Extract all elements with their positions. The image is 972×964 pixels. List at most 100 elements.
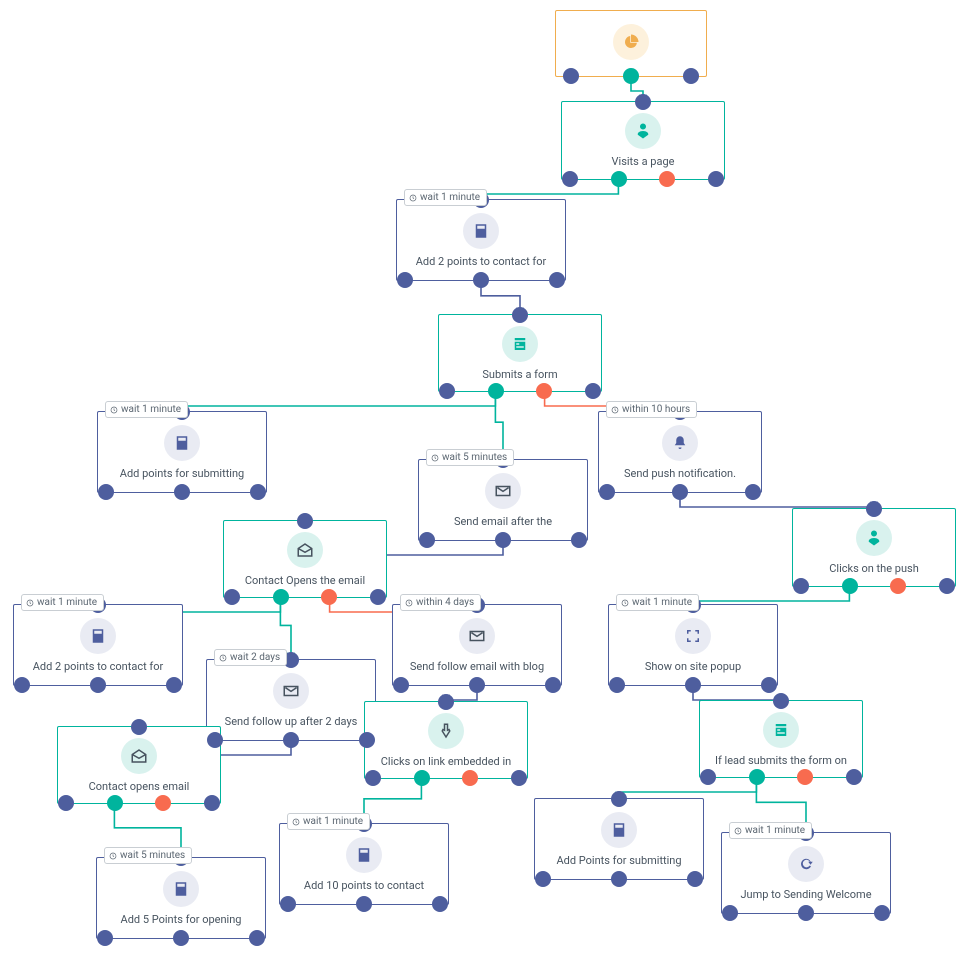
port-out[interactable] bbox=[685, 677, 701, 693]
port-side-0[interactable] bbox=[439, 383, 455, 399]
port-side-0[interactable] bbox=[609, 677, 625, 693]
port-out[interactable] bbox=[469, 677, 485, 693]
port-side-1[interactable] bbox=[585, 383, 601, 399]
port-side-0[interactable] bbox=[58, 795, 74, 811]
port-side-1[interactable] bbox=[571, 532, 587, 548]
port-in[interactable] bbox=[866, 501, 882, 517]
port-side-0[interactable] bbox=[397, 272, 413, 288]
port-side-1[interactable] bbox=[745, 484, 761, 500]
edge-visits-add2a bbox=[481, 180, 618, 199]
port-no[interactable] bbox=[462, 770, 478, 786]
node-add2a[interactable]: Add 2 points to contact for bbox=[396, 199, 566, 281]
port-out[interactable] bbox=[174, 484, 190, 500]
port-side-0[interactable] bbox=[722, 905, 738, 921]
node-submits[interactable]: Submits a form bbox=[438, 314, 602, 392]
node-addpts2[interactable]: Add Points for submitting bbox=[534, 798, 704, 880]
node-clickslink[interactable]: Clicks on link embedded in bbox=[364, 701, 528, 779]
port-side-0[interactable] bbox=[793, 578, 809, 594]
port-in[interactable] bbox=[297, 513, 313, 529]
port-side-0[interactable] bbox=[599, 484, 615, 500]
port-out[interactable] bbox=[356, 896, 372, 912]
port-in[interactable] bbox=[773, 693, 789, 709]
port-side-0[interactable] bbox=[224, 589, 240, 605]
port-side-1[interactable] bbox=[545, 677, 561, 693]
port-in[interactable] bbox=[438, 694, 454, 710]
port-no[interactable] bbox=[321, 589, 337, 605]
port-side-0[interactable] bbox=[563, 68, 579, 84]
port-out[interactable] bbox=[495, 532, 511, 548]
node-clickspush[interactable]: Clicks on the push bbox=[792, 508, 956, 587]
node-opens1[interactable]: Contact Opens the email bbox=[223, 520, 387, 598]
port-side-0[interactable] bbox=[98, 484, 114, 500]
port-side-1[interactable] bbox=[708, 171, 724, 187]
port-side-1[interactable] bbox=[761, 677, 777, 693]
port-no[interactable] bbox=[659, 171, 675, 187]
wait-badge-text: wait 1 minute bbox=[745, 825, 805, 836]
port-side-1[interactable] bbox=[874, 905, 890, 921]
port-out[interactable] bbox=[672, 484, 688, 500]
port-yes[interactable] bbox=[488, 383, 504, 399]
port-side-0[interactable] bbox=[393, 677, 409, 693]
port-side-0[interactable] bbox=[535, 871, 551, 887]
port-no[interactable] bbox=[797, 769, 813, 785]
port-side-0[interactable] bbox=[562, 171, 578, 187]
port-in[interactable] bbox=[635, 94, 651, 110]
port-out[interactable] bbox=[90, 677, 106, 693]
port-side-0[interactable] bbox=[280, 896, 296, 912]
port-yes[interactable] bbox=[623, 68, 639, 84]
port-side-0[interactable] bbox=[97, 930, 113, 946]
port-side-1[interactable] bbox=[939, 578, 955, 594]
node-addpts[interactable]: Add points for submitting bbox=[97, 411, 267, 493]
port-in[interactable] bbox=[512, 307, 528, 323]
node-visits[interactable]: Visits a page bbox=[561, 101, 725, 180]
port-side-0[interactable] bbox=[365, 770, 381, 786]
port-out[interactable] bbox=[173, 930, 189, 946]
port-out[interactable] bbox=[611, 871, 627, 887]
port-side-1[interactable] bbox=[249, 930, 265, 946]
port-side-1[interactable] bbox=[204, 795, 220, 811]
port-side-1[interactable] bbox=[683, 68, 699, 84]
port-yes[interactable] bbox=[107, 795, 123, 811]
node-add5[interactable]: Add 5 Points for opening bbox=[96, 857, 266, 939]
port-in[interactable] bbox=[131, 719, 147, 735]
wait-badge: wait 1 minute bbox=[616, 594, 699, 611]
node-trigger[interactable] bbox=[555, 10, 707, 77]
node-jump[interactable]: Jump to Sending Welcome bbox=[721, 832, 891, 914]
node-icon-wrap bbox=[459, 618, 495, 654]
port-side-1[interactable] bbox=[432, 896, 448, 912]
calculator-icon bbox=[472, 222, 490, 240]
port-no[interactable] bbox=[890, 578, 906, 594]
port-yes[interactable] bbox=[611, 171, 627, 187]
port-yes[interactable] bbox=[842, 578, 858, 594]
node-add10[interactable]: Add 10 points to contact bbox=[279, 823, 449, 905]
port-side-1[interactable] bbox=[166, 677, 182, 693]
port-out[interactable] bbox=[283, 732, 299, 748]
port-yes[interactable] bbox=[749, 769, 765, 785]
port-side-0[interactable] bbox=[419, 532, 435, 548]
port-side-0[interactable] bbox=[14, 677, 30, 693]
node-leadsubmit[interactable]: If lead submits the form on bbox=[699, 700, 863, 778]
port-side-1[interactable] bbox=[511, 770, 527, 786]
port-side-1[interactable] bbox=[370, 589, 386, 605]
port-side-1[interactable] bbox=[687, 871, 703, 887]
port-out[interactable] bbox=[473, 272, 489, 288]
port-yes[interactable] bbox=[414, 770, 430, 786]
node-pushnotif[interactable]: Send push notification. bbox=[598, 411, 762, 493]
port-side-1[interactable] bbox=[846, 769, 862, 785]
node-opens2[interactable]: Contact opens email bbox=[57, 726, 221, 804]
port-yes[interactable] bbox=[273, 589, 289, 605]
port-side-1[interactable] bbox=[549, 272, 565, 288]
port-side-0[interactable] bbox=[700, 769, 716, 785]
node-followblog[interactable]: Send follow email with blog bbox=[392, 604, 562, 686]
port-in[interactable] bbox=[611, 791, 627, 807]
port-no[interactable] bbox=[536, 383, 552, 399]
expand-icon bbox=[684, 627, 702, 645]
port-out[interactable] bbox=[798, 905, 814, 921]
node-popup[interactable]: Show on site popup bbox=[608, 604, 778, 686]
port-side-1[interactable] bbox=[250, 484, 266, 500]
node-sendemail[interactable]: Send email after the bbox=[418, 459, 588, 541]
node-follow2[interactable]: Send follow up after 2 days bbox=[206, 659, 376, 741]
node-add2b[interactable]: Add 2 points to contact for bbox=[13, 604, 183, 686]
port-no[interactable] bbox=[155, 795, 171, 811]
port-side-1[interactable] bbox=[359, 732, 375, 748]
